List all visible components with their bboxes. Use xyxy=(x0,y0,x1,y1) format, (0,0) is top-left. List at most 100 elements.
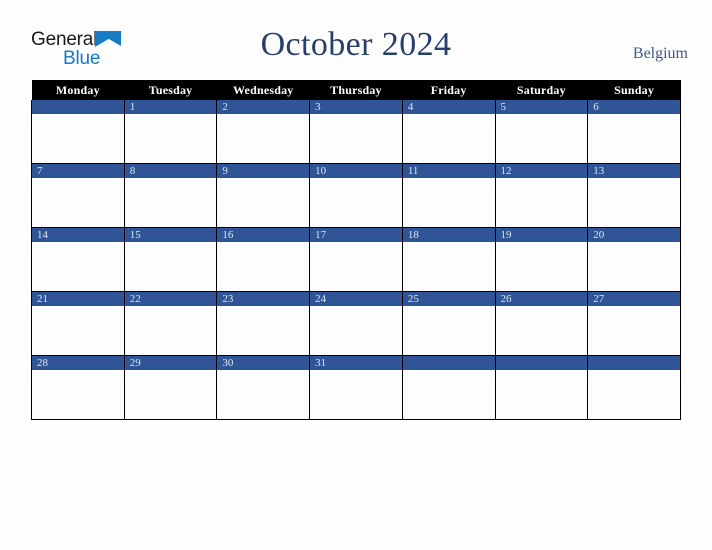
day-number: 16 xyxy=(217,228,310,242)
day-number: 11 xyxy=(402,164,495,178)
day-event-area[interactable] xyxy=(310,306,402,354)
day-event-area[interactable] xyxy=(588,114,680,162)
day-cell[interactable]: 11 xyxy=(401,163,496,228)
day-event-area[interactable] xyxy=(310,178,402,226)
week-row: 28 29 30 31 xyxy=(31,355,681,420)
day-number: 5 xyxy=(495,100,588,114)
day-number: 13 xyxy=(588,164,680,178)
day-event-area[interactable] xyxy=(495,114,588,162)
day-event-area[interactable] xyxy=(217,370,310,418)
day-event-area[interactable] xyxy=(310,242,402,290)
weekday-header-sunday: Sunday xyxy=(587,80,681,100)
day-event-area[interactable] xyxy=(32,370,124,418)
day-event-area[interactable] xyxy=(32,306,124,354)
day-event-area[interactable] xyxy=(124,178,217,226)
day-event-area[interactable] xyxy=(32,178,124,226)
day-cell[interactable]: 23 xyxy=(216,291,311,356)
day-cell[interactable]: 14 xyxy=(31,227,125,292)
day-event-area[interactable] xyxy=(588,178,680,226)
week-row: 7 8 9 10 11 12 13 xyxy=(31,163,681,228)
day-event-area[interactable] xyxy=(402,306,495,354)
day-cell[interactable]: 29 xyxy=(123,355,218,420)
day-event-area[interactable] xyxy=(124,114,217,162)
day-event-area[interactable] xyxy=(402,178,495,226)
day-cell[interactable] xyxy=(494,355,589,420)
day-number: 26 xyxy=(495,292,588,306)
day-event-area[interactable] xyxy=(588,242,680,290)
day-event-area[interactable] xyxy=(402,114,495,162)
day-cell[interactable]: 18 xyxy=(401,227,496,292)
day-event-area[interactable] xyxy=(217,178,310,226)
day-cell[interactable]: 17 xyxy=(309,227,403,292)
day-event-area[interactable] xyxy=(495,306,588,354)
day-cell[interactable]: 25 xyxy=(401,291,496,356)
day-cell[interactable]: 6 xyxy=(587,100,681,164)
day-number: 22 xyxy=(124,292,217,306)
day-number: 17 xyxy=(310,228,402,242)
day-number xyxy=(32,100,124,114)
day-cell[interactable]: 15 xyxy=(123,227,218,292)
page-header: General Blue October 2024 Belgium xyxy=(0,0,712,80)
day-cell[interactable]: 26 xyxy=(494,291,589,356)
weekday-header-wednesday: Wednesday xyxy=(216,80,310,100)
day-number: 20 xyxy=(588,228,680,242)
day-cell[interactable]: 24 xyxy=(309,291,403,356)
day-cell[interactable]: 2 xyxy=(216,100,311,164)
page-title: October 2024 xyxy=(260,26,452,63)
day-event-area[interactable] xyxy=(32,242,124,290)
day-event-area[interactable] xyxy=(495,242,588,290)
day-number: 3 xyxy=(310,100,402,114)
country-label: Belgium xyxy=(632,45,688,62)
day-event-area[interactable] xyxy=(402,370,495,418)
day-number xyxy=(588,356,680,370)
day-event-area[interactable] xyxy=(310,370,402,418)
day-cell[interactable]: 16 xyxy=(216,227,311,292)
day-event-area[interactable] xyxy=(217,242,310,290)
day-cell[interactable]: 1 xyxy=(123,100,218,164)
day-cell[interactable]: 5 xyxy=(494,100,589,164)
day-cell[interactable]: 12 xyxy=(494,163,589,228)
day-event-area[interactable] xyxy=(495,178,588,226)
day-event-area[interactable] xyxy=(124,370,217,418)
day-cell[interactable]: 13 xyxy=(587,163,681,228)
day-cell[interactable] xyxy=(587,355,681,420)
weekday-header-tuesday: Tuesday xyxy=(124,80,217,100)
day-event-area[interactable] xyxy=(124,306,217,354)
day-number: 2 xyxy=(217,100,310,114)
day-cell[interactable]: 20 xyxy=(587,227,681,292)
day-number: 9 xyxy=(217,164,310,178)
day-cell[interactable] xyxy=(401,355,496,420)
week-row: 21 22 23 24 25 26 27 xyxy=(31,291,681,356)
day-cell[interactable]: 4 xyxy=(401,100,496,164)
calendar-page: General Blue October 2024 Belgium Monday… xyxy=(0,0,712,550)
day-cell[interactable]: 28 xyxy=(31,355,125,420)
day-event-area[interactable] xyxy=(32,114,124,162)
day-number: 12 xyxy=(495,164,588,178)
day-cell[interactable] xyxy=(31,100,125,164)
day-cell[interactable]: 21 xyxy=(31,291,125,356)
day-cell[interactable]: 31 xyxy=(309,355,403,420)
day-cell[interactable]: 19 xyxy=(494,227,589,292)
day-event-area[interactable] xyxy=(124,242,217,290)
day-number: 24 xyxy=(310,292,402,306)
day-event-area[interactable] xyxy=(588,306,680,354)
day-event-area[interactable] xyxy=(495,370,588,418)
weekday-header-friday: Friday xyxy=(402,80,496,100)
day-cell[interactable]: 22 xyxy=(123,291,218,356)
day-cell[interactable]: 9 xyxy=(216,163,311,228)
day-event-area[interactable] xyxy=(310,114,402,162)
day-cell[interactable]: 10 xyxy=(309,163,403,228)
day-cell[interactable]: 30 xyxy=(216,355,311,420)
weekday-header-thursday: Thursday xyxy=(309,80,403,100)
day-event-area[interactable] xyxy=(217,306,310,354)
day-number xyxy=(402,356,495,370)
day-cell[interactable]: 3 xyxy=(309,100,403,164)
day-cell[interactable]: 8 xyxy=(123,163,218,228)
day-event-area[interactable] xyxy=(588,370,680,418)
day-event-area[interactable] xyxy=(402,242,495,290)
day-event-area[interactable] xyxy=(217,114,310,162)
weekday-header-row: Monday Tuesday Wednesday Thursday Friday… xyxy=(31,80,681,100)
day-cell[interactable]: 27 xyxy=(587,291,681,356)
day-cell[interactable]: 7 xyxy=(31,163,125,228)
day-number: 19 xyxy=(495,228,588,242)
